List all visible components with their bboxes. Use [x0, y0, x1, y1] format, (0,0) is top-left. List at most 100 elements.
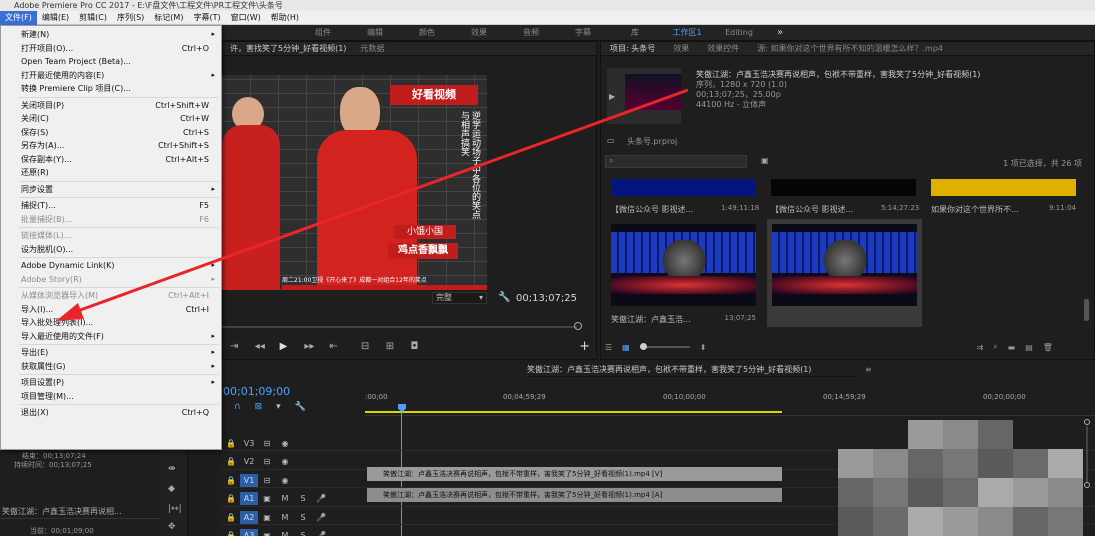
eye-icon[interactable]: ◉: [276, 474, 294, 487]
project-item-name[interactable]: 【微信公众号 影视述...: [611, 204, 721, 215]
eye-icon[interactable]: ◉: [276, 455, 294, 468]
mute-icon[interactable]: ▣: [258, 492, 276, 505]
lock-icon[interactable]: 🔒: [222, 492, 240, 505]
camera-icon[interactable]: ◘: [411, 341, 580, 352]
timeline-vscroll[interactable]: [1086, 426, 1088, 482]
sync-lock-icon[interactable]: ⊟: [258, 474, 276, 487]
file-menu-item-23[interactable]: 获取属性(G) ▸: [1, 360, 221, 373]
file-menu-item-5[interactable]: 关闭项目(P) Ctrl+Shift+W: [1, 99, 221, 112]
sync-lock-icon[interactable]: ⊟: [258, 437, 276, 450]
scrub-end-handle[interactable]: [574, 322, 582, 330]
file-menu-item-12[interactable]: 捕捉(T)... F5: [1, 199, 221, 212]
mic-icon[interactable]: 🎤: [312, 492, 330, 505]
mic-icon[interactable]: 🎤: [312, 511, 330, 524]
track-target[interactable]: V1: [240, 473, 258, 487]
more-workspaces-icon[interactable]: »: [765, 27, 795, 38]
workspace-tab-5[interactable]: 字幕: [557, 27, 609, 38]
video-clip[interactable]: 笑傲江湖：卢鑫玉浩决赛再说相声，包袱不带重样，害我笑了5分钟_好看视频(1).m…: [367, 467, 782, 481]
step-back-icon[interactable]: ◂◂: [255, 341, 280, 352]
project-item-thumb-3[interactable]: [931, 179, 1076, 196]
mic-icon[interactable]: 🎤: [312, 529, 330, 536]
clear-icon[interactable]: 🗑: [1043, 343, 1053, 352]
menu-icon[interactable]: ≡: [865, 365, 872, 374]
lock-icon[interactable]: 🔒: [222, 474, 240, 487]
workspace-tab-3[interactable]: 效果: [453, 27, 505, 38]
project-tab-0[interactable]: 项目: 头条号: [601, 43, 664, 54]
track-target[interactable]: V2: [240, 455, 258, 468]
lock-icon[interactable]: 🔒: [222, 529, 240, 536]
zoom-slider-handle[interactable]: [639, 343, 647, 350]
eye-icon[interactable]: ◉: [276, 437, 294, 450]
file-menu-item-11[interactable]: 同步设置 ▸: [1, 183, 221, 196]
project-item-thumb-5[interactable]: [772, 224, 917, 306]
menu-4[interactable]: 标记(M): [149, 11, 188, 25]
track-target[interactable]: A2: [240, 510, 258, 524]
automate-icon[interactable]: ⇉: [976, 343, 983, 352]
project-item-name[interactable]: 笑傲江湖：卢鑫玉浩...: [611, 314, 721, 325]
snap-icon[interactable]: ∩: [234, 402, 241, 412]
solo-icon[interactable]: M: [276, 492, 294, 505]
project-tab-3[interactable]: 源: 如果你对这个世界有所不知的温暖怎么样？.mp4: [748, 43, 952, 54]
file-menu-item-20[interactable]: 导入批处理列表(I)...: [1, 316, 221, 329]
timeline-tab[interactable]: 笑傲江湖：卢鑫玉浩决赛再说相声，包袱不带重样，害我笑了5分钟_好看视频(1): [527, 364, 857, 377]
razor-icon[interactable]: ◆: [168, 484, 175, 494]
menu-6[interactable]: 窗口(W): [226, 11, 266, 25]
rolling-edit-icon[interactable]: ⇼: [168, 464, 176, 474]
workspace-tab-7[interactable]: 工作区1: [661, 27, 713, 38]
project-tab-1[interactable]: 效果: [664, 43, 698, 54]
scroll-handle-bottom[interactable]: [1084, 482, 1090, 488]
overwrite-icon[interactable]: ⊞: [386, 341, 411, 352]
fit-dropdown[interactable]: 完整 ▾: [432, 292, 487, 304]
workspace-tab-1[interactable]: 编辑: [349, 27, 401, 38]
mark-in-icon[interactable]: ⇥: [230, 341, 255, 352]
menu-5[interactable]: 字幕(T): [188, 11, 225, 25]
file-menu-item-3[interactable]: 打开最近使用的内容(E) ▸: [1, 69, 221, 82]
tab-source-clip[interactable]: 许，害找笑了5分钟_好看视频(1): [223, 43, 353, 54]
new-bin-icon[interactable]: ▣: [761, 156, 769, 165]
timeline-timecode[interactable]: 00;01;09;00: [223, 385, 290, 398]
marker-icon[interactable]: ▾: [276, 402, 281, 412]
go-to-out-icon[interactable]: ⇤: [329, 341, 361, 352]
project-scrollbar[interactable]: [1084, 299, 1089, 321]
play-icon[interactable]: ▶: [280, 341, 305, 352]
work-area-bar[interactable]: [365, 411, 782, 413]
project-item-name[interactable]: 【微信公众号 影视述...: [771, 204, 881, 215]
workspace-tab-6[interactable]: 库: [609, 27, 661, 38]
file-menu-item-6[interactable]: 关闭(C) Ctrl+W: [1, 112, 221, 125]
menu-1[interactable]: 编辑(E): [37, 11, 74, 25]
file-menu-item-0[interactable]: 新建(N) ▸: [1, 28, 221, 41]
track-target[interactable]: V3: [240, 437, 258, 450]
project-item-thumb-2[interactable]: [771, 179, 916, 196]
menu-0[interactable]: 文件(F): [0, 10, 37, 25]
file-menu-item-19[interactable]: 导入(I)... Ctrl+I: [1, 303, 221, 316]
audio-clip[interactable]: 笑傲江湖：卢鑫玉浩决赛再说相声，包袱不带重样，害我笑了5分钟_好看视频(1).m…: [367, 488, 782, 502]
pen-icon[interactable]: ✥: [168, 522, 176, 532]
file-menu-item-21[interactable]: 导入最近使用的文件(F) ▸: [1, 330, 221, 343]
clip-thumbnail[interactable]: ▶: [607, 68, 681, 124]
wrench-icon[interactable]: 🔧: [498, 292, 510, 303]
project-search-input[interactable]: ⌕: [605, 155, 747, 168]
project-tab-2[interactable]: 效果控件: [698, 43, 748, 54]
solo-icon[interactable]: S: [294, 529, 312, 536]
file-menu-item-22[interactable]: 导出(E) ▸: [1, 346, 221, 359]
source-scrub-bar[interactable]: [222, 326, 577, 328]
step-forward-icon[interactable]: ▸▸: [304, 341, 329, 352]
file-menu-item-26[interactable]: 退出(X) Ctrl+Q: [1, 406, 221, 419]
insert-icon[interactable]: ⊟: [361, 341, 386, 352]
file-menu-item-4[interactable]: 转换 Premiere Clip 项目(C)...: [1, 82, 221, 95]
lock-icon[interactable]: 🔒: [222, 437, 240, 450]
linked-selection-icon[interactable]: ⊠: [255, 402, 263, 412]
track-target[interactable]: A3: [240, 529, 258, 536]
menu-3[interactable]: 序列(S): [112, 11, 149, 25]
workspace-tab-4[interactable]: 音频: [505, 27, 557, 38]
solo-icon[interactable]: S: [294, 492, 312, 505]
icon-view-icon[interactable]: ▦: [622, 343, 630, 352]
slip-icon[interactable]: |↔|: [168, 504, 182, 514]
project-item-thumb-4[interactable]: [611, 224, 756, 306]
file-menu-item-2[interactable]: Open Team Project (Beta)...: [1, 55, 221, 68]
find-icon[interactable]: ⌕: [993, 342, 997, 352]
file-menu-item-10[interactable]: 还原(R): [1, 166, 221, 179]
workspace-tab-0[interactable]: 组件: [297, 27, 349, 38]
file-menu-item-9[interactable]: 保存副本(Y)... Ctrl+Alt+S: [1, 153, 221, 166]
new-bin-icon[interactable]: ▬: [1008, 343, 1016, 352]
